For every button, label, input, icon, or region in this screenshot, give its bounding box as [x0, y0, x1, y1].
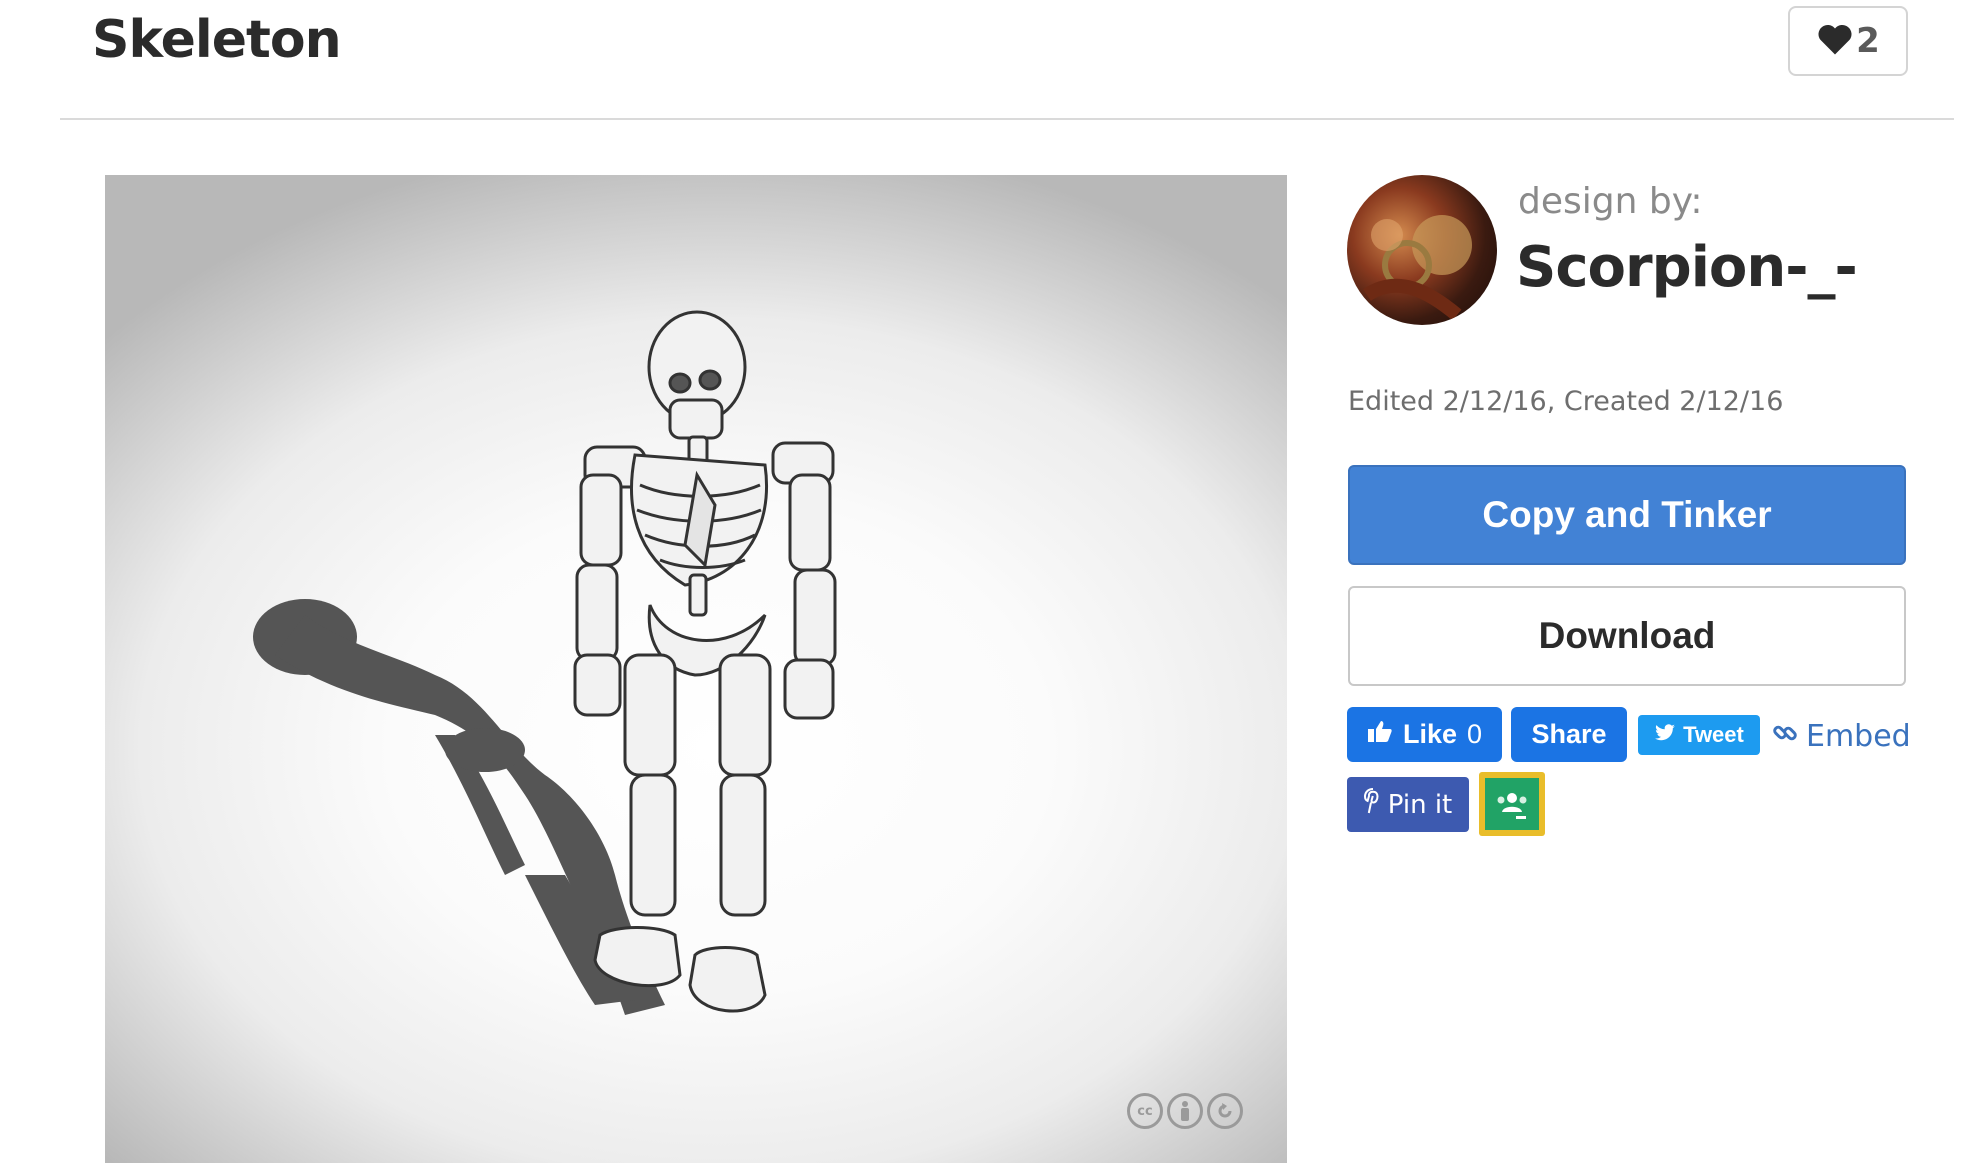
favorite-count: 2: [1856, 21, 1880, 61]
classroom-icon: [1485, 778, 1539, 830]
skeleton-model-image: [253, 310, 837, 1015]
pinterest-button[interactable]: Pin it: [1347, 777, 1469, 832]
design-by-label: design by:: [1518, 181, 1703, 222]
tweet-label: Tweet: [1683, 722, 1744, 747]
designer-avatar[interactable]: [1347, 175, 1497, 325]
heart-icon: [1816, 22, 1854, 61]
favorite-button[interactable]: 2: [1788, 6, 1908, 76]
designer-name-link[interactable]: Scorpion-_-: [1516, 232, 1858, 304]
page-title: Skeleton: [92, 10, 342, 70]
copy-and-tinker-button[interactable]: Copy and Tinker: [1348, 465, 1906, 565]
license-badges: cc: [1127, 1093, 1243, 1129]
facebook-share-button[interactable]: Share: [1511, 707, 1627, 762]
share-alike-icon: [1207, 1093, 1243, 1129]
attribution-icon: [1167, 1093, 1203, 1129]
download-button[interactable]: Download: [1348, 586, 1906, 686]
embed-link[interactable]: Embed: [1772, 711, 1911, 761]
model-viewer[interactable]: cc: [105, 175, 1287, 1163]
header-divider: [60, 118, 1954, 120]
thumbs-up-icon: [1367, 719, 1393, 750]
facebook-like-button[interactable]: Like 0: [1347, 707, 1502, 762]
cc-icon: cc: [1127, 1093, 1163, 1129]
pin-label: Pin it: [1387, 789, 1453, 820]
pinterest-icon: [1363, 788, 1382, 821]
tweet-button[interactable]: Tweet: [1638, 715, 1760, 755]
embed-label: Embed: [1806, 718, 1911, 754]
fb-like-count: 0: [1467, 719, 1483, 749]
link-icon: [1772, 719, 1798, 754]
fb-like-label: Like: [1402, 719, 1457, 749]
twitter-bird-icon: [1654, 722, 1676, 748]
edit-dates: Edited 2/12/16, Created 2/12/16: [1348, 386, 1784, 417]
google-classroom-button[interactable]: [1479, 772, 1545, 836]
